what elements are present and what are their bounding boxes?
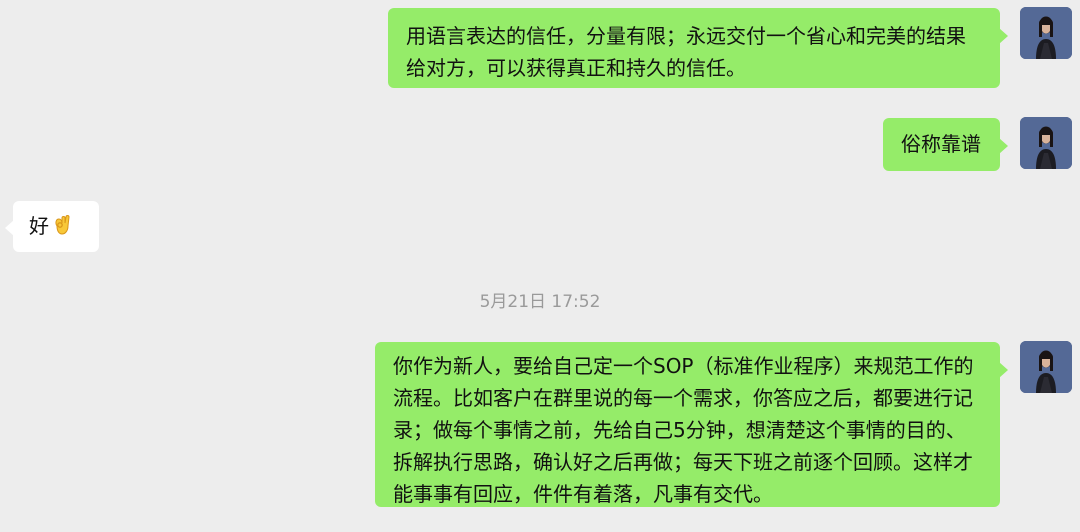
- message-bubble-outgoing[interactable]: 你作为新人，要给自己定一个SOP（标准作业程序）来规范工作的流程。比如客户在群里…: [375, 342, 1008, 507]
- message-text: 用语言表达的信任，分量有限；永远交付一个省心和完美的结果给对方，可以获得真正和持…: [406, 24, 966, 80]
- message-timestamp: 5月21日 17:52: [479, 292, 601, 312]
- user-avatar[interactable]: [1020, 7, 1072, 59]
- ok-hand-emoji-icon: [53, 213, 73, 235]
- user-avatar-image: [1020, 341, 1072, 393]
- message-bubble-incoming[interactable]: 好: [5, 201, 99, 252]
- user-avatar-image: [1020, 7, 1072, 59]
- user-avatar[interactable]: [1020, 341, 1072, 393]
- message-bubble-outgoing[interactable]: 俗称靠谱: [883, 118, 1008, 171]
- message-bubble-outgoing[interactable]: 用语言表达的信任，分量有限；永远交付一个省心和完美的结果给对方，可以获得真正和持…: [388, 8, 1008, 88]
- message-text: 好: [29, 214, 49, 238]
- user-avatar-image: [1020, 117, 1072, 169]
- message-text: 你作为新人，要给自己定一个SOP（标准作业程序）来规范工作的流程。比如客户在群里…: [393, 354, 974, 506]
- message-text: 俗称靠谱: [901, 132, 981, 156]
- user-avatar[interactable]: [1020, 117, 1072, 169]
